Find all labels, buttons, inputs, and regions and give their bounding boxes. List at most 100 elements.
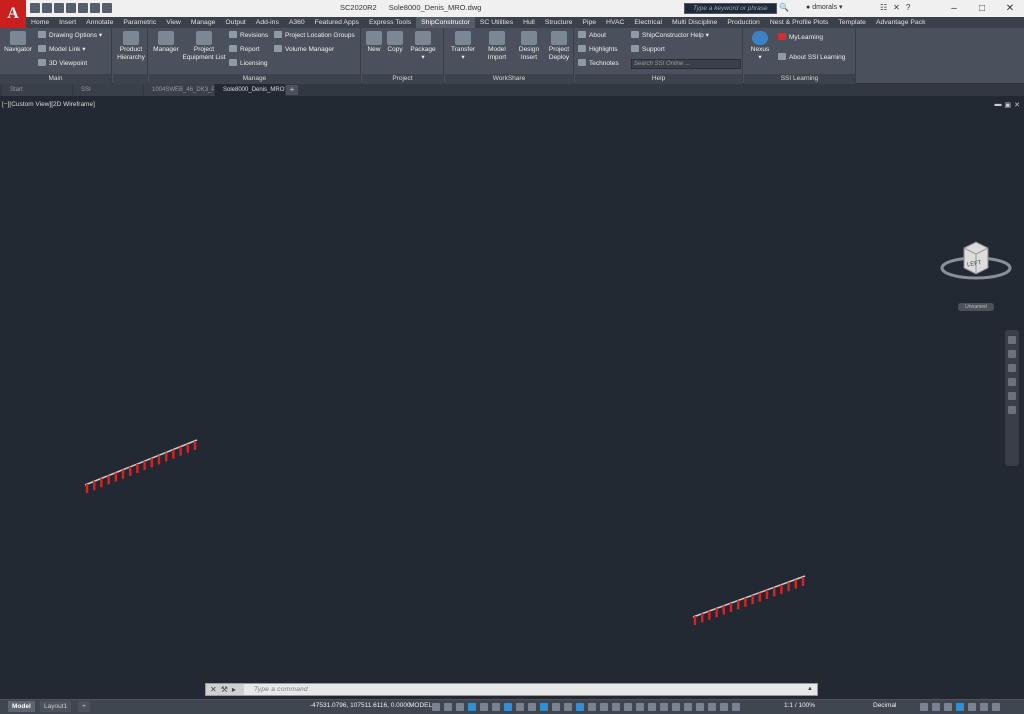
tab-production[interactable]: Production — [722, 17, 765, 28]
isolate-objects-icon[interactable] — [684, 703, 692, 711]
project-equipment-list-button[interactable]: Project Equipment List — [182, 31, 226, 62]
dynamic-ucs-icon[interactable] — [564, 703, 572, 711]
ssi-online-search-input[interactable]: Search SSI Online ... — [631, 59, 741, 69]
wcs-menu[interactable]: Unnamed — [958, 303, 994, 311]
highlights-button[interactable]: Highlights — [578, 45, 618, 55]
exchange-icon[interactable]: ✕ — [893, 3, 900, 12]
recent-cmd-icon[interactable]: ▸ — [232, 684, 236, 695]
tab-parametric[interactable]: Parametric — [118, 17, 161, 28]
tab-advantage-pack[interactable]: Advantage Pack — [871, 17, 931, 28]
pipe-rack-right[interactable] — [692, 575, 806, 625]
file-tab[interactable]: 1004SWEB_46_DK3_P... — [144, 84, 214, 96]
hardware-icon[interactable] — [944, 703, 952, 711]
package-button[interactable]: Package ▾ — [408, 31, 438, 62]
model-link-button[interactable]: Model Link ▾ — [38, 45, 86, 55]
model-space-toggle[interactable]: MODEL — [409, 702, 432, 709]
isodraft-icon[interactable] — [480, 703, 488, 711]
annotation-monitor-icon[interactable] — [636, 703, 644, 711]
add-layout-button[interactable]: + — [78, 701, 90, 712]
tab-home[interactable]: Home — [26, 17, 54, 28]
transparency-icon[interactable] — [528, 703, 536, 711]
annotation-visibility-icon[interactable] — [600, 703, 608, 711]
save-icon[interactable] — [54, 3, 64, 13]
units-selector[interactable]: Decimal — [873, 702, 896, 709]
tab-featured-apps[interactable]: Featured Apps — [310, 17, 364, 28]
polar-icon[interactable] — [468, 703, 476, 711]
nav-extra-icon[interactable] — [1008, 406, 1016, 414]
tab-add-ins[interactable]: Add-ins — [251, 17, 284, 28]
graphics-perf-icon[interactable] — [696, 703, 704, 711]
menu-tray-icon[interactable] — [992, 703, 1000, 711]
quick-properties-icon[interactable] — [660, 703, 668, 711]
project-location-groups-button[interactable]: Project Location Groups — [274, 31, 355, 41]
selection-cycling-icon[interactable] — [540, 703, 548, 711]
support-button[interactable]: Support — [631, 45, 665, 55]
file-tab[interactable]: Sole8000_Denis_MRO* — [215, 84, 285, 96]
pan-icon[interactable] — [1008, 350, 1016, 358]
search-input[interactable]: Type a keyword or phrase — [684, 3, 777, 14]
undo-icon[interactable] — [90, 3, 100, 13]
customize-tray-icon[interactable] — [980, 703, 988, 711]
copy-project-button[interactable]: Copy — [385, 31, 405, 54]
close-cmd-icon[interactable]: ✕ — [210, 684, 217, 695]
maximize-icon[interactable]: □ — [968, 0, 996, 17]
new-icon[interactable] — [30, 3, 40, 13]
navigator-button[interactable]: Navigator — [3, 31, 33, 54]
project-deploy-button[interactable]: Project Deploy — [545, 31, 573, 62]
osnap-tracking-icon[interactable] — [492, 703, 500, 711]
tab-a360[interactable]: A360 — [284, 17, 310, 28]
save-as-icon[interactable] — [66, 3, 76, 13]
customization-icon[interactable] — [720, 703, 728, 711]
tab-annotate[interactable]: Annotate — [81, 17, 118, 28]
tab-sc-utilities[interactable]: SC Utilities — [475, 17, 518, 28]
help-icon[interactable]: ? — [906, 3, 910, 12]
customize-cmd-icon[interactable]: ⚒ — [221, 684, 228, 695]
design-insert-button[interactable]: Design Insert — [515, 31, 543, 62]
tab-hvac[interactable]: HVAC — [601, 17, 629, 28]
tab-output[interactable]: Output — [220, 17, 250, 28]
orbit-icon[interactable] — [1008, 378, 1016, 386]
search-icon[interactable]: 🔍 — [779, 3, 789, 14]
tab-electrical[interactable]: Electrical — [629, 17, 667, 28]
tab-pipe[interactable]: Pipe — [577, 17, 601, 28]
redo-icon[interactable] — [102, 3, 112, 13]
clean-screen-icon[interactable] — [708, 703, 716, 711]
file-tab[interactable]: Start — [2, 84, 72, 96]
command-input[interactable]: Type a command — [254, 684, 308, 695]
volume-manager-button[interactable]: Volume Manager — [274, 45, 334, 55]
tab-nest-profile-plots[interactable]: Nest & Profile Plots — [765, 17, 834, 28]
steering-wheel-icon[interactable] — [1008, 336, 1016, 344]
tab-structure[interactable]: Structure — [540, 17, 578, 28]
licensing-button[interactable]: Licensing — [229, 59, 267, 69]
sc-help-button[interactable]: ShipConstructor Help ▾ — [631, 31, 709, 41]
tab-shipconstructor[interactable]: ShipConstructor — [416, 17, 475, 28]
tab-view[interactable]: View — [161, 17, 186, 28]
nexus-button[interactable]: Nexus ▾ — [747, 31, 773, 62]
mylearning-button[interactable]: MyLearning — [778, 33, 823, 43]
new-tab-button[interactable]: + — [286, 85, 298, 95]
transfer-button[interactable]: Transfer ▾ — [448, 31, 478, 62]
tab-insert[interactable]: Insert — [54, 17, 81, 28]
open-icon[interactable] — [42, 3, 52, 13]
tab-multi-discipline[interactable]: Multi Discipline — [667, 17, 722, 28]
file-tab[interactable]: SSI — [73, 84, 143, 96]
new-project-button[interactable]: New — [364, 31, 384, 54]
about-button[interactable]: About — [578, 31, 606, 41]
plot-icon[interactable] — [78, 3, 88, 13]
tab-layout1[interactable]: Layout1 — [40, 701, 72, 712]
tab-template[interactable]: Template — [833, 17, 871, 28]
technotes-button[interactable]: Technotes — [578, 59, 619, 69]
minimize-icon[interactable]: – — [940, 0, 968, 17]
tab-express-tools[interactable]: Express Tools — [364, 17, 416, 28]
about-ssi-learning-button[interactable]: About SSI Learning — [778, 53, 845, 63]
drawing-viewport[interactable]: [−][Custom View][2D Wireframe] ▬ ▣ ✕ LEF… — [0, 96, 1024, 699]
ortho-icon[interactable] — [456, 703, 464, 711]
tab-model[interactable]: Model — [8, 701, 35, 712]
grid-icon[interactable] — [432, 703, 440, 711]
autoscale-icon[interactable] — [612, 703, 620, 711]
user-account[interactable]: ● dmorals ▾ — [806, 3, 843, 11]
selection-filter-icon[interactable] — [576, 703, 584, 711]
report-button[interactable]: Report — [229, 45, 260, 55]
hardware-accel-icon[interactable] — [732, 703, 740, 711]
isolate-icon[interactable] — [932, 703, 940, 711]
